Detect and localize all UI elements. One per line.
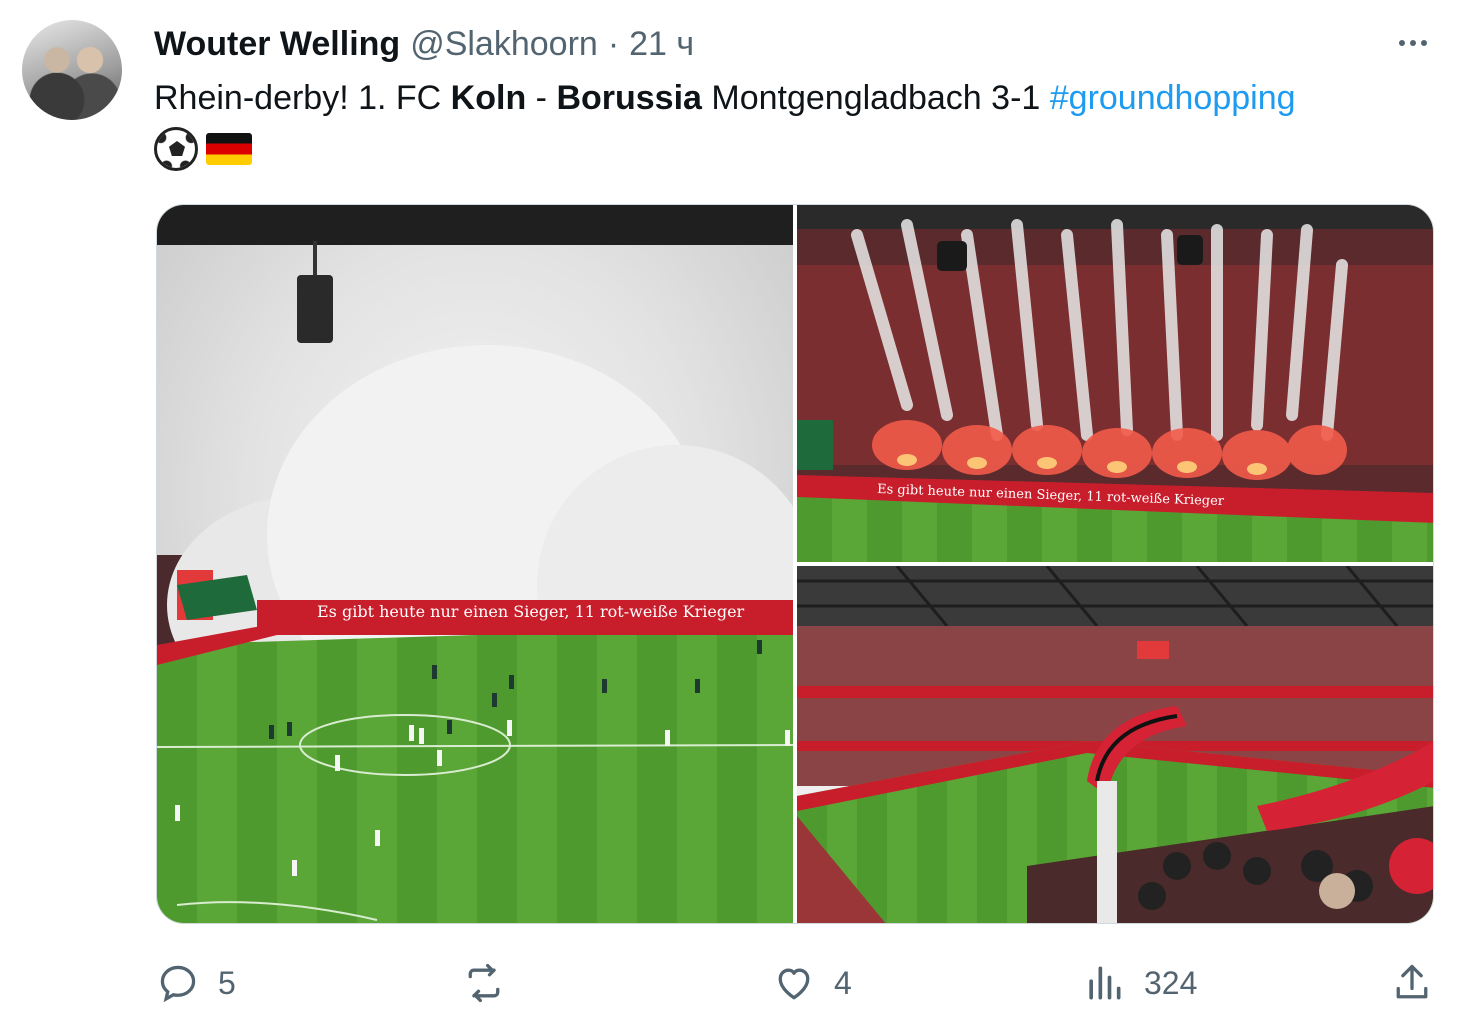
user-handle[interactable]: @Slakhoorn (410, 25, 598, 64)
photo-pyro-smoke[interactable]: Es gibt heute nur einen Sieger, 11 rot-w… (157, 205, 793, 923)
heart-icon (778, 968, 810, 1000)
tweet-timestamp[interactable]: 21 ч (629, 25, 694, 64)
emoji-row (154, 127, 252, 171)
media-grid: Es gibt heute nur einen Sieger, 11 rot-w… (156, 204, 1434, 924)
tweet-text-bold: Borussia (556, 79, 702, 117)
views-button[interactable]: 324 (1082, 958, 1197, 1008)
display-name[interactable]: Wouter Welling (154, 25, 400, 64)
tweet-text-part: Montgengladbach 3-1 (701, 79, 1050, 117)
analytics-icon (1089, 966, 1121, 1000)
reply-button[interactable]: 5 (156, 958, 236, 1008)
tweet-text: Rhein-derby! 1. FC Koln - Borussia Montg… (154, 76, 1296, 120)
soccer-ball-icon (154, 127, 198, 171)
tweet-text-part: - (526, 79, 557, 117)
tweet-text-bold: Koln (450, 79, 527, 117)
view-count: 324 (1144, 964, 1198, 1001)
reply-count: 5 (218, 964, 236, 1001)
photo-fans-scarves[interactable] (797, 566, 1433, 923)
tweet-header: Wouter Welling @Slakhoorn · 21 ч (154, 22, 694, 66)
retweet-icon (468, 963, 500, 1003)
photo-fireworks[interactable]: Es gibt heute nur einen Sieger, 11 rot-w… (797, 205, 1433, 562)
tweet-actions: 5 4 324 (0, 958, 1460, 1008)
germany-flag-icon (206, 133, 252, 165)
share-button[interactable] (1390, 958, 1434, 1008)
reply-icon (160, 965, 196, 1003)
like-count: 4 (834, 964, 852, 1001)
share-icon (1396, 964, 1428, 999)
hashtag-link[interactable]: #groundhopping (1050, 79, 1296, 117)
separator-dot: · (607, 24, 620, 63)
retweet-button[interactable] (462, 958, 524, 1008)
like-button[interactable]: 4 (772, 958, 852, 1008)
author-avatar[interactable] (22, 20, 122, 120)
banner-text: Es gibt heute nur einen Sieger, 11 rot-w… (317, 602, 745, 621)
more-options-icon[interactable] (1390, 28, 1436, 58)
tweet-text-part: Rhein-derby! 1. FC (154, 79, 451, 117)
